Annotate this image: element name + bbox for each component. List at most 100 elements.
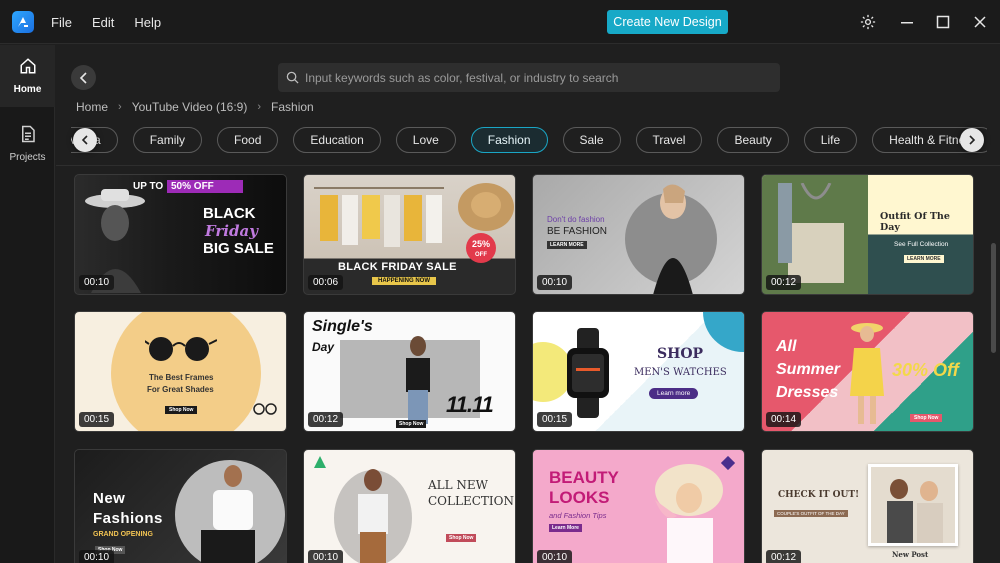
card-text: LEARN MORE: [547, 241, 587, 249]
template-card[interactable]: SHOP MEN'S WATCHES Learn more 00:15: [532, 311, 745, 432]
model-image: [358, 469, 388, 563]
breadcrumb-fashion: Fashion: [271, 100, 314, 114]
chip-beauty[interactable]: Beauty: [717, 127, 789, 153]
template-card[interactable]: CHECK IT OUT! COUPLE'S OUTFIT OF THE DAY…: [761, 449, 974, 563]
card-text: 50% OFF: [167, 180, 243, 193]
chip-fashion[interactable]: Fashion: [470, 127, 548, 153]
duration-badge: 00:10: [308, 550, 344, 563]
title-bar: File Edit Help Create New Design: [0, 0, 1000, 44]
maximize-icon[interactable]: [933, 12, 953, 32]
back-button[interactable]: [71, 65, 96, 90]
card-text: MEN'S WATCHES: [634, 367, 727, 378]
left-rail: Home Projects: [0, 45, 55, 563]
card-text: Shop Now: [910, 414, 943, 422]
duration-badge: 00:10: [79, 275, 115, 290]
template-card[interactable]: The Best Frames For Great Shades Shop No…: [74, 311, 287, 432]
model-image: [653, 184, 693, 294]
card-text: Dresses: [776, 384, 839, 401]
card-text: SHOP: [657, 346, 704, 362]
template-card[interactable]: UP TO 50% OFF BLACK Friday BIG SALE 00:1…: [74, 174, 287, 295]
chip-sale[interactable]: Sale: [562, 127, 621, 153]
breadcrumb-youtube-video[interactable]: YouTube Video (16:9): [132, 100, 248, 114]
card-text: Shop Now: [165, 406, 198, 414]
rail-item-projects[interactable]: Projects: [0, 125, 55, 163]
menu-bar: File Edit Help: [51, 0, 181, 44]
card-text: BEAUTY: [549, 468, 619, 487]
hat-image: [458, 183, 514, 231]
menu-file[interactable]: File: [51, 15, 72, 30]
search-input[interactable]: [305, 70, 765, 85]
card-text: Friday: [205, 222, 258, 240]
card-text: Learn More: [549, 524, 582, 532]
chevron-left-icon: [79, 71, 87, 84]
chip-travel[interactable]: Travel: [635, 127, 703, 153]
template-card[interactable]: Single's Day 11.11 Shop Now 00:12: [303, 311, 516, 432]
chips-scroll-left-button[interactable]: [73, 128, 97, 152]
create-new-design-button[interactable]: Create New Design: [607, 10, 728, 34]
category-chips: Media Family Food Education Love Fashion…: [71, 124, 987, 156]
chip-life[interactable]: Life: [803, 127, 858, 153]
card-text: 11.11: [446, 392, 494, 417]
couple-image: [871, 467, 955, 543]
brand-logo-icon: [721, 456, 735, 470]
duration-badge: 00:10: [537, 275, 573, 290]
rail-item-home[interactable]: Home: [0, 57, 55, 95]
template-card[interactable]: 25% OFF BLACK FRIDAY SALE HAPPENING NOW 0…: [303, 174, 516, 295]
template-card[interactable]: Don't do fashion BE FASHION LEARN MORE 0…: [532, 174, 745, 295]
card-text: Shop Now: [396, 420, 427, 428]
scrollbar-thumb[interactable]: [991, 243, 996, 353]
template-card[interactable]: ALL NEW COLLECTION Shop Now 00:10: [303, 449, 516, 563]
model-image: [406, 336, 430, 424]
template-card[interactable]: BEAUTY LOOKS and Fashion Tips Learn More…: [532, 449, 745, 563]
card-text: Shop Now: [446, 534, 477, 542]
photo-frame: [868, 464, 958, 546]
divider: [56, 165, 1000, 166]
duration-badge: 00:10: [79, 550, 115, 563]
brand-logo-icon: [314, 456, 326, 468]
card-text: ALL NEW: [428, 478, 489, 492]
card-text: HAPPENING NOW: [372, 277, 437, 285]
chip-love[interactable]: Love: [395, 127, 456, 153]
model-image: [850, 323, 884, 424]
template-card[interactable]: Outfit Of The Day See Full Collection LE…: [761, 174, 974, 295]
card-text: 30% Off: [892, 360, 959, 380]
template-card[interactable]: New Fashions GRAND OPENING Shop Now 00:1…: [74, 449, 287, 563]
card-text: CHECK IT OUT!: [778, 490, 860, 500]
card-text: Don't do fashion: [547, 215, 605, 224]
breadcrumb-home[interactable]: Home: [76, 100, 108, 114]
menu-help[interactable]: Help: [134, 15, 161, 30]
chip-food[interactable]: Food: [217, 127, 279, 153]
template-card[interactable]: All Summer Dresses 30% Off Shop Now 00:1…: [761, 311, 974, 432]
breadcrumb-chevron-icon: ›: [118, 101, 122, 113]
chip-education[interactable]: Education: [293, 127, 381, 153]
menu-edit[interactable]: Edit: [92, 15, 114, 30]
card-text: BIG SALE: [203, 240, 274, 257]
card-text: BLACK: [203, 205, 256, 222]
card-text: Outfit Of The Day: [880, 211, 950, 233]
duration-badge: 00:06: [308, 275, 344, 290]
card-text: All: [776, 338, 797, 355]
chevron-right-icon: [969, 135, 976, 145]
card-text: See Full Collection: [894, 241, 949, 248]
card-text: COLLECTION: [428, 494, 514, 508]
card-text: Single's: [312, 318, 373, 335]
breadcrumb-chevron-icon: ›: [257, 101, 262, 113]
close-icon[interactable]: [970, 12, 990, 32]
duration-badge: 00:14: [766, 412, 802, 427]
card-text: The Best Frames: [149, 373, 214, 382]
model-image: [655, 464, 723, 563]
card-text: OFF: [475, 252, 487, 258]
projects-document-icon: [21, 125, 35, 143]
card-text: For Great Shades: [147, 385, 214, 394]
card-text: LEARN MORE: [904, 255, 944, 263]
scrollbar-track[interactable]: [990, 170, 996, 563]
search-bar[interactable]: [278, 63, 780, 92]
minimize-icon[interactable]: [897, 12, 917, 32]
card-text: COUPLE'S OUTFIT OF THE DAY: [774, 510, 848, 517]
card-text: BLACK FRIDAY SALE: [338, 261, 457, 273]
chip-family[interactable]: Family: [132, 127, 203, 153]
chips-scroll-right-button[interactable]: [960, 128, 984, 152]
card-text: UP TO: [133, 181, 164, 192]
settings-gear-icon[interactable]: [858, 12, 878, 32]
glasses-logo-icon: [253, 403, 277, 415]
